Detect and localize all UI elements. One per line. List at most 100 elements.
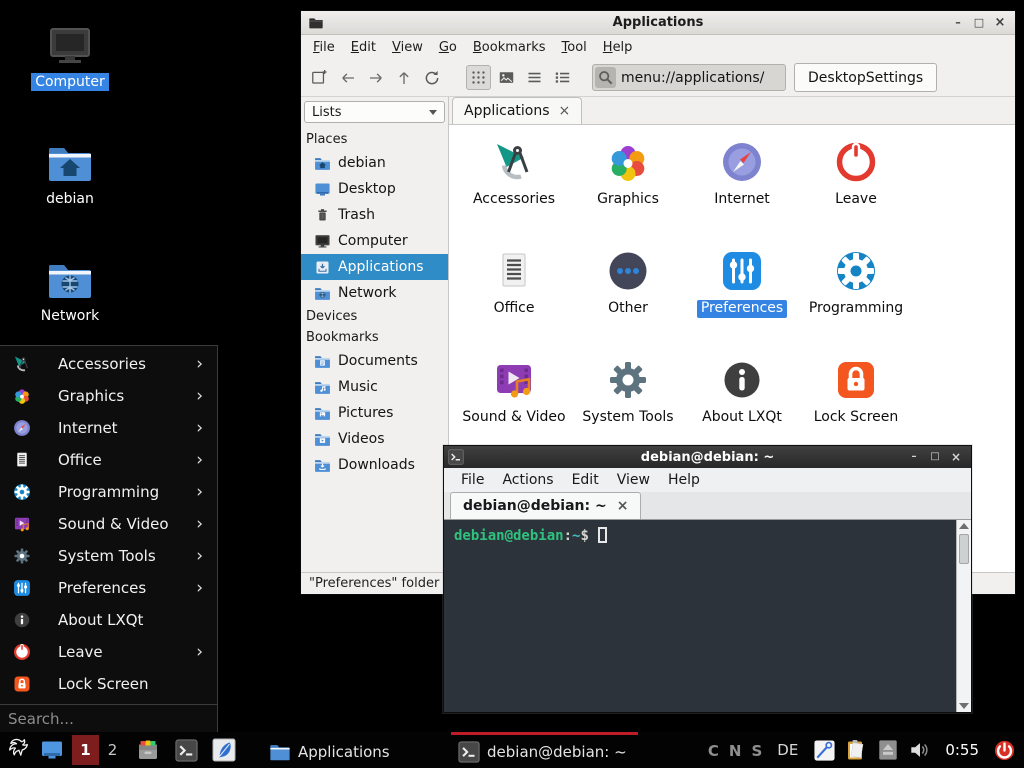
featherpad-launcher[interactable] xyxy=(209,735,239,765)
menu-tool[interactable]: Tool xyxy=(554,37,595,58)
menu-item-label: Lock Screen xyxy=(58,675,149,693)
up-button[interactable] xyxy=(391,65,416,90)
app-item-internet[interactable]: Internet xyxy=(686,138,798,247)
screenshot-tray-icon[interactable] xyxy=(809,735,839,765)
app-item-label: Office xyxy=(490,300,539,318)
workspace-1[interactable]: 1 xyxy=(72,735,99,765)
folder-pictures-icon xyxy=(314,405,331,422)
sidebar-item-computer[interactable]: Computer xyxy=(301,228,448,254)
menu-item-system-tools[interactable]: System Tools› xyxy=(0,540,217,572)
chevron-down-icon xyxy=(429,110,437,115)
back-button[interactable] xyxy=(335,65,360,90)
sidebar-item-music[interactable]: Music xyxy=(301,374,448,400)
app-item-accessories[interactable]: Accessories xyxy=(458,138,570,247)
terminal-tab[interactable]: debian@debian: ~ xyxy=(450,492,641,519)
volume-tray-icon[interactable] xyxy=(905,735,935,765)
maximize-button[interactable] xyxy=(972,16,986,30)
clock[interactable]: 0:55 xyxy=(945,741,979,759)
menu-item-about-lxqt[interactable]: About LXQt xyxy=(0,604,217,636)
terminal-close-button[interactable] xyxy=(949,450,963,464)
menu-item-office[interactable]: Office› xyxy=(0,444,217,476)
menu-help[interactable]: Help xyxy=(659,469,709,491)
scroll-down-icon[interactable] xyxy=(959,703,969,709)
desktop-icon-debian[interactable]: debian xyxy=(24,139,116,208)
menu-edit[interactable]: Edit xyxy=(563,469,608,491)
clipboard-tray-icon[interactable] xyxy=(841,735,871,765)
terminal-minimize-button[interactable] xyxy=(907,450,921,464)
app-item-office[interactable]: Office xyxy=(458,247,570,356)
menu-search-input[interactable]: Search... xyxy=(0,704,217,732)
thumbnail-view-button[interactable] xyxy=(494,65,519,90)
power-button[interactable] xyxy=(989,735,1019,765)
task-label: debian@debian: ~ xyxy=(487,743,627,761)
sidebar-item-label: Trash xyxy=(338,207,375,223)
menu-file[interactable]: File xyxy=(305,37,343,58)
file-manager-launcher[interactable] xyxy=(133,735,163,765)
workspace-2[interactable]: 2 xyxy=(99,735,126,765)
menu-view[interactable]: View xyxy=(384,37,431,58)
menu-view[interactable]: View xyxy=(608,469,659,491)
menu-bookmarks[interactable]: Bookmarks xyxy=(465,37,554,58)
menu-edit[interactable]: Edit xyxy=(343,37,384,58)
tab-close-icon[interactable] xyxy=(559,104,571,118)
sidebar-item-debian[interactable]: debian xyxy=(301,150,448,176)
app-item-programming[interactable]: Programming xyxy=(800,247,912,356)
compact-view-button[interactable] xyxy=(522,65,547,90)
app-item-preferences[interactable]: Preferences xyxy=(686,247,798,356)
app-item-label: Preferences xyxy=(697,300,787,318)
terminal-viewport[interactable]: debian@debian:~$ xyxy=(444,520,971,712)
terminal-launcher[interactable] xyxy=(171,735,201,765)
terminal-scrollbar[interactable] xyxy=(956,520,971,712)
menu-file[interactable]: File xyxy=(452,469,493,491)
app-item-other[interactable]: Other xyxy=(572,247,684,356)
icon-view-button[interactable] xyxy=(466,65,491,90)
desktop-settings-button[interactable]: DesktopSettings xyxy=(794,63,937,92)
terminal-tab-close-icon[interactable] xyxy=(617,499,629,513)
sidebar-item-downloads[interactable]: Downloads xyxy=(301,452,448,478)
minimize-button[interactable] xyxy=(951,16,965,30)
forward-button[interactable] xyxy=(363,65,388,90)
menu-help[interactable]: Help xyxy=(595,37,641,58)
task-button-debian-debian[interactable]: debian@debian: ~ xyxy=(451,732,638,768)
removable-media-tray-icon[interactable] xyxy=(873,735,903,765)
menu-item-preferences[interactable]: Preferences› xyxy=(0,572,217,604)
menu-item-accessories[interactable]: Accessories› xyxy=(0,348,217,380)
menu-item-programming[interactable]: Programming› xyxy=(0,476,217,508)
other-icon xyxy=(604,247,652,295)
menu-actions[interactable]: Actions xyxy=(493,469,562,491)
desktop-icon-network[interactable]: Network xyxy=(24,256,116,325)
menu-item-internet[interactable]: Internet› xyxy=(0,412,217,444)
detailed-view-button[interactable] xyxy=(550,65,575,90)
sidebar-item-pictures[interactable]: Pictures xyxy=(301,400,448,426)
app-item-leave[interactable]: Leave xyxy=(800,138,912,247)
main-menu-button[interactable] xyxy=(5,735,35,765)
sidebar-item-trash[interactable]: Trash xyxy=(301,202,448,228)
terminal-maximize-button[interactable] xyxy=(928,450,942,464)
file-manager-titlebar[interactable]: Applications xyxy=(301,11,1015,35)
show-desktop-button[interactable] xyxy=(37,735,67,765)
terminal-titlebar[interactable]: debian@debian: ~ xyxy=(444,446,971,468)
sidebar-mode-select[interactable]: Lists xyxy=(304,101,445,123)
app-item-graphics[interactable]: Graphics xyxy=(572,138,684,247)
new-tab-button[interactable] xyxy=(307,65,332,90)
close-button[interactable] xyxy=(993,16,1007,30)
sidebar-item-network[interactable]: Network xyxy=(301,280,448,306)
scroll-up-icon[interactable] xyxy=(959,523,969,529)
menu-go[interactable]: Go xyxy=(431,37,465,58)
menu-item-lock-screen[interactable]: Lock Screen xyxy=(0,668,217,700)
task-button-applications[interactable]: Applications xyxy=(262,732,449,768)
address-bar[interactable]: menu://applications/ xyxy=(592,64,786,91)
menu-item-sound-video[interactable]: Sound & Video› xyxy=(0,508,217,540)
keyboard-layout-indicator[interactable]: DE xyxy=(777,741,798,759)
sidebar-item-desktop[interactable]: Desktop xyxy=(301,176,448,202)
menu-item-graphics[interactable]: Graphics› xyxy=(0,380,217,412)
tab-applications[interactable]: Applications xyxy=(452,97,582,124)
sidebar-header-places: Places xyxy=(304,129,445,150)
menu-item-leave[interactable]: Leave› xyxy=(0,636,217,668)
sidebar-item-videos[interactable]: Videos xyxy=(301,426,448,452)
reload-button[interactable] xyxy=(419,65,444,90)
desktop-icon-computer[interactable]: Computer xyxy=(24,22,116,91)
sidebar-item-documents[interactable]: Documents xyxy=(301,348,448,374)
scrollbar-handle[interactable] xyxy=(959,534,969,564)
sidebar-item-applications[interactable]: Applications xyxy=(301,254,448,280)
